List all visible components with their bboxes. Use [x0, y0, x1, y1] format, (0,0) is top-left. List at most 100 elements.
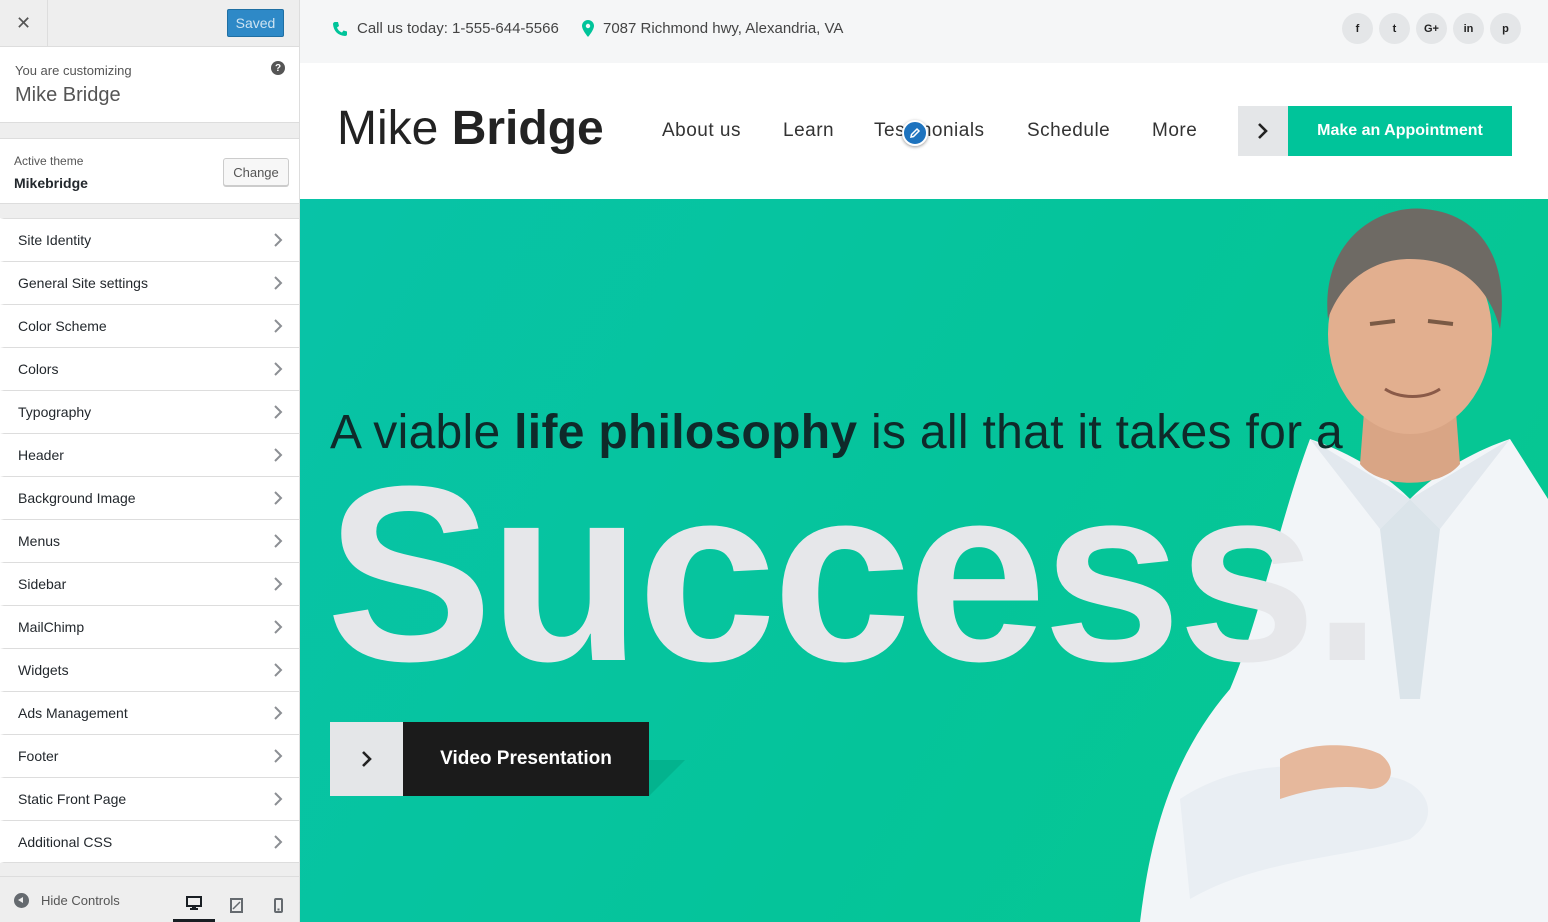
nav-item[interactable]: About us: [662, 120, 741, 142]
phone-text: Call us today: 1-555-644-5566: [357, 20, 559, 37]
customizer-section-item[interactable]: Background Image: [0, 476, 299, 519]
desktop-preview-button[interactable]: [173, 887, 215, 922]
active-theme-panel: Active theme Mikebridge Change: [0, 138, 299, 204]
customizer-section-item[interactable]: Additional CSS: [0, 820, 299, 863]
address-info: 7087 Richmond hwy, Alexandria, VA: [582, 20, 843, 37]
customizer-sidebar: ✕ Saved You are customizing Mike Bridge …: [0, 0, 300, 922]
section-label: Menus: [18, 533, 61, 549]
chevron-right-icon: [274, 620, 283, 634]
hide-controls-icon[interactable]: [14, 893, 29, 908]
chevron-right-icon: [361, 751, 372, 767]
customizer-section-item[interactable]: Site Identity: [0, 218, 299, 261]
customizer-section-item[interactable]: Typography: [0, 390, 299, 433]
customizer-section-item[interactable]: Colors: [0, 347, 299, 390]
chevron-right-icon: [274, 233, 283, 247]
section-label: Sidebar: [18, 576, 67, 592]
linkedin-icon[interactable]: in: [1453, 13, 1484, 44]
twitter-icon[interactable]: t: [1379, 13, 1410, 44]
chevron-right-icon: [274, 534, 283, 548]
section-label: Background Image: [18, 490, 136, 506]
map-pin-icon: [582, 20, 594, 37]
chevron-right-icon: [274, 706, 283, 720]
section-label: General Site settings: [18, 275, 148, 291]
section-label: Static Front Page: [18, 791, 127, 807]
edit-shortcut-button[interactable]: [902, 120, 928, 146]
section-label: Colors: [18, 361, 59, 377]
nav-item[interactable]: Testimonials: [874, 120, 985, 142]
saved-button[interactable]: Saved: [227, 9, 284, 37]
section-label: Site Identity: [18, 232, 92, 248]
customizer-section-item[interactable]: Widgets: [0, 648, 299, 691]
customizer-footer: Hide Controls: [0, 876, 299, 922]
mobile-icon: [273, 897, 283, 913]
active-theme-label: Active theme: [14, 154, 84, 168]
customizer-section-item[interactable]: Menus: [0, 519, 299, 562]
site-header: Mike Bridge About us Learn Testimonials Sch…: [300, 63, 1548, 199]
chevron-right-icon: [274, 276, 283, 290]
section-label: Typography: [18, 404, 92, 420]
pinterest-icon[interactable]: p: [1490, 13, 1521, 44]
nav-item[interactable]: Schedule: [1027, 120, 1110, 142]
google-plus-icon[interactable]: G+: [1416, 13, 1447, 44]
pencil-icon: [910, 127, 921, 138]
section-label: Color Scheme: [18, 318, 107, 334]
chevron-right-icon: [274, 835, 283, 849]
make-appointment-button[interactable]: Make an Appointment: [1288, 106, 1512, 156]
hide-controls-button[interactable]: Hide Controls: [41, 893, 120, 908]
phone-icon: [333, 21, 347, 36]
customizing-info: You are customizing Mike Bridge ?: [0, 47, 299, 123]
logo-light-text: Mike: [337, 102, 439, 155]
customizer-section-item[interactable]: Header: [0, 433, 299, 476]
customizer-section-item[interactable]: Color Scheme: [0, 304, 299, 347]
chevron-right-icon: [1258, 123, 1268, 139]
top-bar: Call us today: 1-555-644-5566 7087 Richm…: [300, 0, 1548, 63]
customizer-section-item[interactable]: Ads Management: [0, 691, 299, 734]
logo-bold-text: Bridge: [451, 102, 604, 155]
chevron-right-icon: [274, 491, 283, 505]
chevron-right-icon: [274, 577, 283, 591]
nav-arrow-button[interactable]: [1238, 106, 1288, 156]
hero-headline: Success.: [326, 434, 1382, 713]
customizer-section-item[interactable]: General Site settings: [0, 261, 299, 304]
help-icon[interactable]: ?: [271, 61, 285, 75]
customizer-header: ✕ Saved: [0, 0, 299, 47]
customizer-sections: Site Identity General Site settings Color …: [0, 218, 299, 863]
chevron-right-icon: [274, 405, 283, 419]
section-label: Header: [18, 447, 64, 463]
section-label: Widgets: [18, 662, 69, 678]
chevron-right-icon: [274, 319, 283, 333]
site-logo[interactable]: Mike Bridge: [337, 105, 604, 153]
customizing-label: You are customizing: [15, 63, 132, 78]
close-button[interactable]: ✕: [0, 0, 48, 46]
chevron-right-icon: [274, 663, 283, 677]
desktop-icon: [186, 896, 202, 910]
tablet-icon: [229, 897, 243, 913]
customizer-section-item[interactable]: Sidebar: [0, 562, 299, 605]
tablet-preview-button[interactable]: [215, 887, 257, 922]
change-theme-button[interactable]: Change: [223, 158, 289, 186]
active-theme-name: Mikebridge: [14, 175, 88, 191]
customizer-section-item[interactable]: Static Front Page: [0, 777, 299, 820]
customizer-section-item[interactable]: MailChimp: [0, 605, 299, 648]
nav-item[interactable]: More: [1152, 120, 1197, 142]
chevron-right-icon: [274, 749, 283, 763]
customizing-site-name: Mike Bridge: [15, 84, 121, 106]
video-presentation-button[interactable]: Video Presentation: [403, 722, 649, 796]
video-button-shadow: [649, 760, 685, 796]
section-label: MailChimp: [18, 619, 85, 635]
close-icon: ✕: [15, 12, 32, 33]
section-label: Footer: [18, 748, 59, 764]
chevron-right-icon: [274, 448, 283, 462]
customizer-section-item[interactable]: Footer: [0, 734, 299, 777]
section-label: Additional CSS: [18, 833, 113, 850]
video-arrow-button[interactable]: [330, 722, 403, 796]
site-preview: Call us today: 1-555-644-5566 7087 Richm…: [300, 0, 1548, 922]
phone-info: Call us today: 1-555-644-5566: [332, 20, 559, 37]
facebook-icon[interactable]: f: [1342, 13, 1373, 44]
mobile-preview-button[interactable]: [257, 887, 299, 922]
section-label: Ads Management: [18, 705, 128, 721]
nav-item[interactable]: Learn: [783, 120, 834, 142]
hero-section: A viable life philosophy is all that it …: [300, 199, 1548, 922]
chevron-right-icon: [274, 792, 283, 806]
address-text: 7087 Richmond hwy, Alexandria, VA: [603, 20, 844, 37]
